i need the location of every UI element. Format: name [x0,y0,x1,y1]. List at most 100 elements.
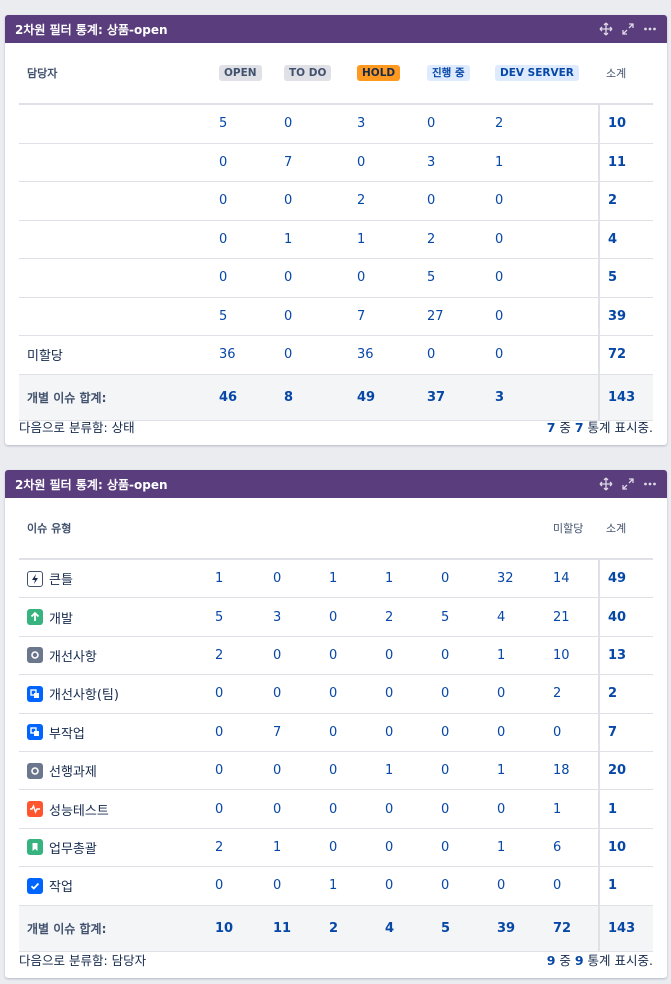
count-link[interactable]: 0 [495,298,503,336]
column-total-link[interactable]: 8 [284,375,293,420]
row-subtotal-link[interactable]: 10 [598,105,626,143]
count-link[interactable]: 32 [497,560,514,597]
count-link[interactable]: 0 [495,259,503,297]
column-header[interactable]: DEV SERVER [495,43,579,103]
column-header[interactable]: HOLD [357,43,401,103]
count-link[interactable]: 0 [329,637,337,674]
count-link[interactable]: 18 [553,752,570,789]
count-link[interactable]: 0 [441,790,449,827]
count-link[interactable]: 1 [273,829,281,866]
count-link[interactable]: 0 [495,221,503,259]
count-link[interactable]: 1 [284,221,292,259]
column-total-link[interactable]: 39 [497,906,515,951]
count-link[interactable]: 14 [553,560,570,597]
count-link[interactable]: 1 [357,221,365,259]
grand-total-link[interactable]: 143 [598,905,635,951]
count-link[interactable]: 0 [284,259,292,297]
move-icon[interactable] [599,477,613,491]
count-link[interactable]: 0 [497,867,505,904]
count-link[interactable]: 7 [284,144,292,182]
row-subtotal-link[interactable]: 1 [598,867,617,905]
column-header[interactable]: 미할당 [553,498,583,558]
count-link[interactable]: 0 [329,675,337,712]
count-link[interactable]: 2 [215,829,223,866]
count-link[interactable]: 0 [385,867,393,904]
count-link[interactable]: 0 [497,675,505,712]
count-link[interactable]: 0 [385,675,393,712]
count-link[interactable]: 0 [215,867,223,904]
count-link[interactable]: 1 [329,560,337,597]
row-label[interactable]: 개선사항(팀) [27,675,119,712]
count-link[interactable]: 4 [497,598,505,635]
count-link[interactable]: 0 [385,637,393,674]
more-icon[interactable] [643,477,657,491]
count-link[interactable]: 0 [441,829,449,866]
column-total-link[interactable]: 46 [219,375,237,420]
count-link[interactable]: 0 [497,714,505,751]
count-link[interactable]: 7 [357,298,365,336]
count-link[interactable]: 0 [273,637,281,674]
row-subtotal-link[interactable]: 40 [598,598,626,636]
column-total-link[interactable]: 49 [357,375,375,420]
move-icon[interactable] [599,22,613,36]
row-label[interactable]: 개발 [27,598,73,635]
column-total-link[interactable]: 72 [553,906,571,951]
count-link[interactable]: 0 [357,144,365,182]
count-link[interactable]: 0 [385,714,393,751]
count-link[interactable]: 1 [497,752,505,789]
count-link[interactable]: 0 [329,714,337,751]
count-link[interactable]: 3 [427,144,435,182]
count-link[interactable]: 0 [219,259,227,297]
column-total-link[interactable]: 11 [273,906,291,951]
column-total-link[interactable]: 37 [427,375,445,420]
count-link[interactable]: 0 [215,790,223,827]
count-link[interactable]: 1 [553,790,561,827]
count-link[interactable]: 0 [495,182,503,220]
count-link[interactable]: 2 [385,598,393,635]
count-link[interactable]: 0 [273,560,281,597]
count-link[interactable]: 0 [441,637,449,674]
row-label[interactable]: 선행과제 [27,752,97,789]
count-link[interactable]: 0 [441,560,449,597]
count-link[interactable]: 0 [329,598,337,635]
count-link[interactable]: 7 [273,714,281,751]
count-link[interactable]: 0 [215,752,223,789]
count-link[interactable]: 0 [441,752,449,789]
column-total-link[interactable]: 10 [215,906,233,951]
count-link[interactable]: 2 [495,105,503,143]
count-link[interactable]: 0 [427,336,435,374]
count-link[interactable]: 0 [329,752,337,789]
count-link[interactable]: 1 [215,560,223,597]
count-link[interactable]: 5 [219,105,227,143]
count-link[interactable]: 0 [441,714,449,751]
count-link[interactable]: 0 [273,752,281,789]
count-link[interactable]: 0 [441,675,449,712]
row-label[interactable]: 작업 [27,867,73,904]
count-link[interactable]: 1 [495,144,503,182]
count-link[interactable]: 5 [441,598,449,635]
column-total-link[interactable]: 5 [441,906,450,951]
count-link[interactable]: 2 [215,637,223,674]
count-link[interactable]: 0 [284,298,292,336]
row-subtotal-link[interactable]: 1 [598,790,617,828]
count-link[interactable]: 2 [553,675,561,712]
count-link[interactable]: 2 [357,182,365,220]
column-total-link[interactable]: 4 [385,906,394,951]
count-link[interactable]: 0 [427,105,435,143]
count-link[interactable]: 5 [215,598,223,635]
count-link[interactable]: 1 [385,560,393,597]
count-link[interactable]: 0 [553,714,561,751]
row-subtotal-link[interactable]: 7 [598,713,617,751]
row-subtotal-link[interactable]: 49 [598,560,626,598]
row-label[interactable]: 성능테스트 [27,790,109,827]
row-subtotal-link[interactable]: 2 [598,675,617,713]
count-link[interactable]: 2 [427,221,435,259]
count-link[interactable]: 0 [495,336,503,374]
row-subtotal-link[interactable]: 5 [598,259,617,297]
count-link[interactable]: 0 [215,714,223,751]
count-link[interactable]: 0 [357,259,365,297]
count-link[interactable]: 1 [385,752,393,789]
count-link[interactable]: 5 [219,298,227,336]
column-header[interactable]: 진행 중 [427,43,470,103]
column-header[interactable]: OPEN [219,43,262,103]
